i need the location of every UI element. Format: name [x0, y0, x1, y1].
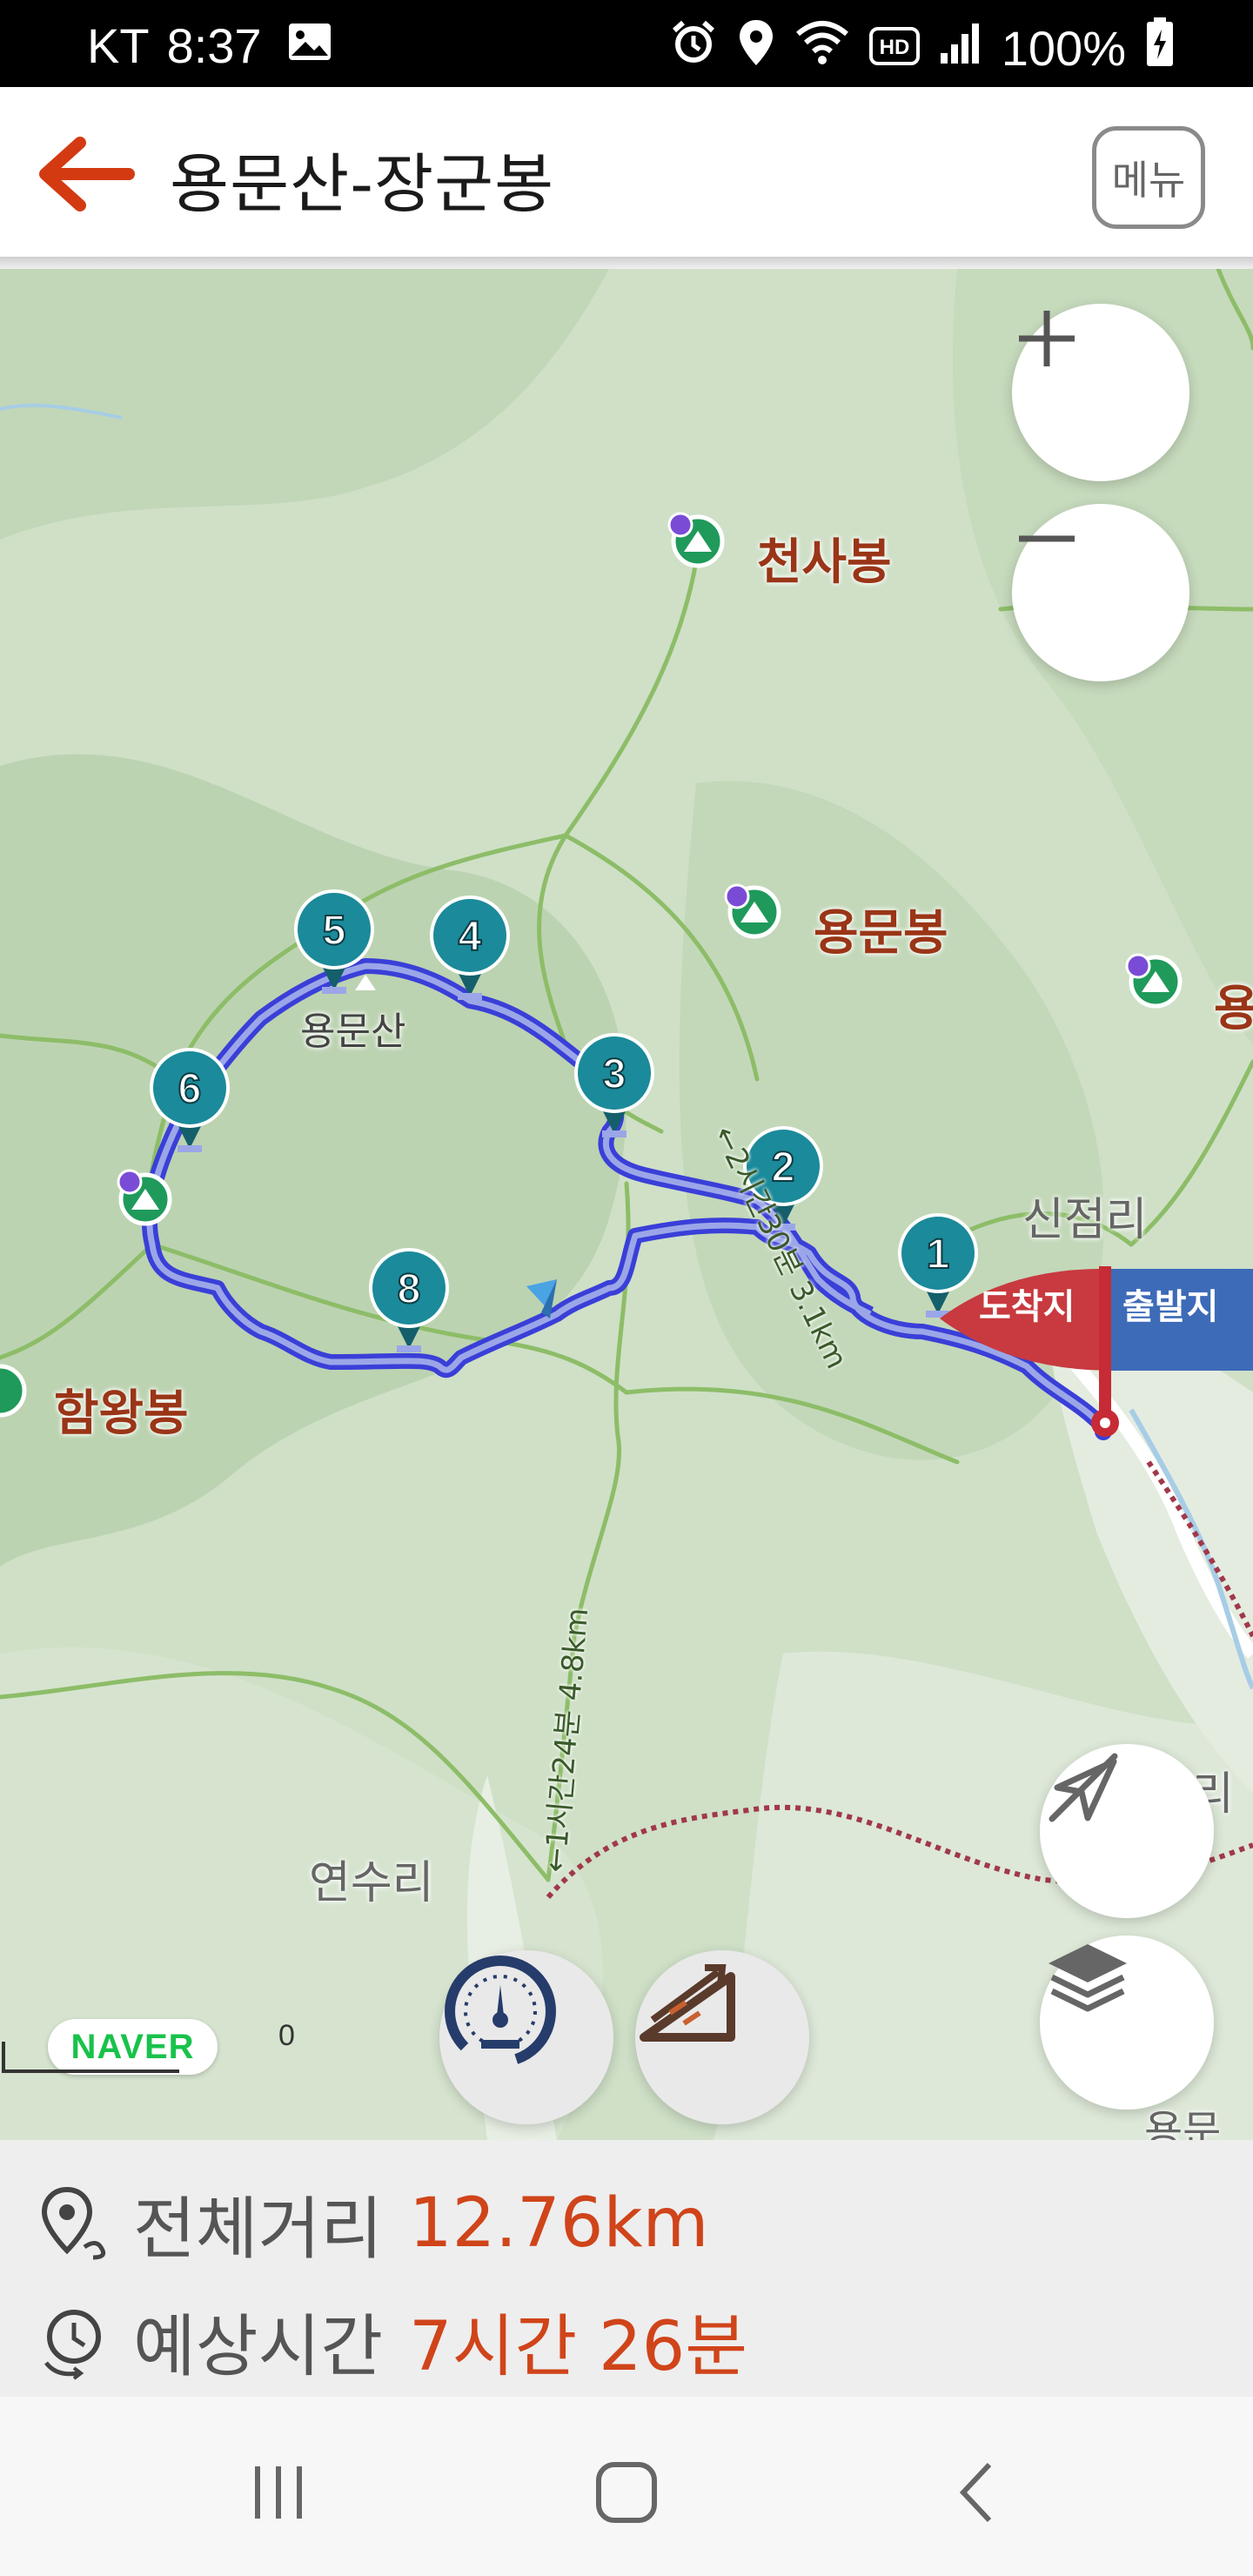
location-tracking-button[interactable] [1040, 1744, 1214, 1918]
alarm-icon [669, 18, 718, 78]
location-icon [737, 18, 775, 78]
minus-icon [1019, 535, 1075, 542]
peak-label-east: 용 [1214, 981, 1253, 1037]
waypoint-number: 8 [398, 1266, 421, 1312]
slope-button[interactable] [635, 1950, 809, 2124]
route-info-panel: 전체거리 12.76km 예상시간 7시간 26분 [0, 2140, 1253, 2397]
battery-icon [1145, 17, 1175, 79]
map-scale-bar [2, 2042, 179, 2073]
recent-apps-button[interactable] [235, 2458, 322, 2527]
slope-icon [640, 1964, 735, 2042]
place-label-sinjeomri: 신점리 [1022, 1194, 1148, 1246]
peak-marker-cheonsabong [667, 512, 725, 568]
waypoint-number: 3 [603, 1051, 626, 1097]
plus-icon [1019, 311, 1075, 366]
waypoint-number: 6 [178, 1066, 202, 1112]
location-off-icon [1049, 1753, 1118, 1822]
chevron-left-icon [959, 2462, 992, 2523]
home-icon [596, 2462, 657, 2523]
waypoint-number: 1 [927, 1231, 950, 1278]
back-button[interactable] [26, 122, 139, 226]
waypoint-number: 4 [459, 914, 482, 960]
waypoint-number: 5 [323, 908, 346, 954]
time-clock-icon [44, 2310, 101, 2380]
peak-label-hamwangbong: 함왕봉 [54, 1385, 189, 1442]
speedometer-icon [445, 1955, 556, 2067]
map-view[interactable]: 1234568 천사봉 용문봉 함왕봉 용 신점리 연수리 용문산 리 용문 ←… [0, 269, 1253, 2140]
departure-label: 출발지 [1122, 1287, 1219, 1327]
time-value: 7시간 26분 [409, 2308, 747, 2386]
scale-zero-label: 0 [278, 2019, 295, 2052]
zoom-in-button[interactable] [1012, 304, 1189, 481]
speed-button[interactable] [439, 1950, 613, 2124]
arrow-left-icon [39, 137, 135, 211]
layers-icon [1049, 1944, 1127, 2012]
page-title: 용문산-장군봉 [170, 147, 555, 222]
peak-label-cheonsabong: 천사봉 [757, 534, 892, 591]
menu-button[interactable]: 메뉴 [1092, 126, 1205, 229]
place-label-yongmunsan: 용문산 [300, 1010, 406, 1054]
map-layers-button[interactable] [1040, 1935, 1214, 2110]
system-nav-bar [0, 2397, 1253, 2576]
gallery-icon [286, 17, 333, 74]
battery-percent: 100% [1001, 21, 1126, 76]
svg-text:HD: HD [879, 36, 909, 59]
time-label: 예상시간 [133, 2308, 384, 2386]
hd-icon: HD [868, 20, 920, 77]
recent-apps-icon [255, 2466, 302, 2519]
distance-label: 전체거리 [133, 2190, 384, 2269]
status-bar: KT 8:37 HD 100% [0, 0, 1253, 87]
wifi-icon [794, 18, 850, 78]
zoom-out-button[interactable] [1012, 504, 1189, 681]
arrival-label: 도착지 [979, 1287, 1075, 1327]
clock-time: 8:37 [166, 18, 262, 73]
header-divider [0, 257, 1253, 269]
back-nav-button[interactable] [935, 2458, 1022, 2527]
signal-icon [939, 20, 982, 77]
peak-label-yongmunbong: 용문봉 [814, 905, 948, 962]
home-button[interactable] [583, 2458, 670, 2527]
distance-value: 12.76km [409, 2184, 709, 2263]
place-label-yeonsuri: 연수리 [309, 1857, 434, 1909]
distance-pin-icon [41, 2186, 106, 2260]
carrier-label: KT [87, 18, 150, 73]
